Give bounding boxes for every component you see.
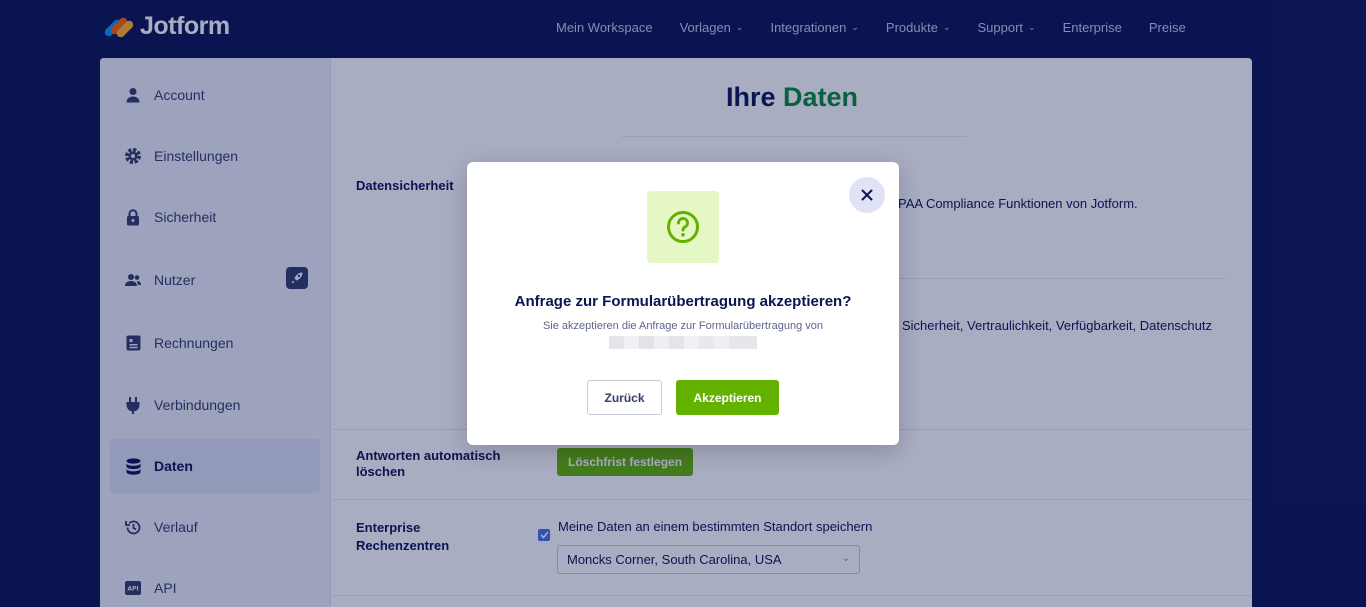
modal-title: Anfrage zur Formularübertragung akzeptie…	[514, 293, 852, 310]
redacted-username	[609, 336, 757, 349]
transfer-request-modal: Anfrage zur Formularübertragung akzeptie…	[467, 162, 899, 445]
close-modal-button[interactable]	[849, 177, 885, 213]
close-icon	[861, 189, 873, 201]
back-button[interactable]: Zurück	[587, 380, 662, 415]
accept-button[interactable]: Akzeptieren	[676, 380, 779, 415]
question-icon	[647, 191, 719, 263]
modal-description: Sie akzeptieren die Anfrage zur Formular…	[542, 320, 824, 332]
